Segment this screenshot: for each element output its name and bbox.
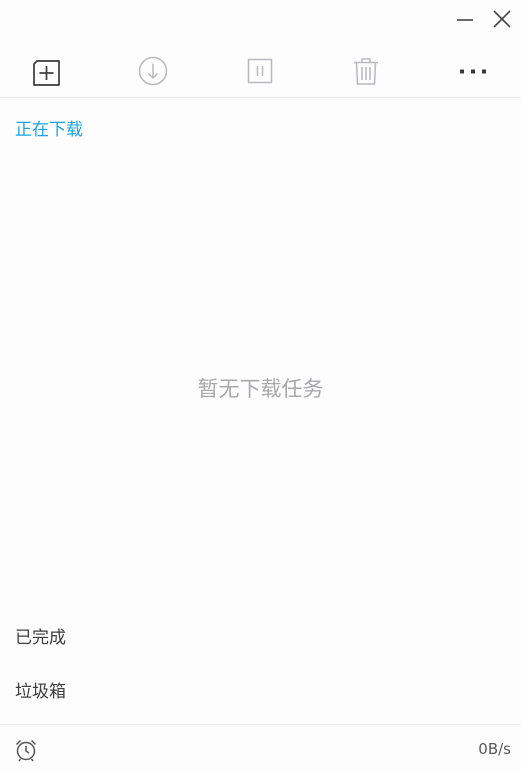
nav-trash[interactable]: 垃圾箱: [15, 680, 66, 704]
minimize-button[interactable]: [452, 6, 478, 32]
start-download-button[interactable]: [134, 52, 172, 90]
minimize-icon: [457, 19, 473, 21]
title-bar: [0, 0, 521, 40]
download-circle-icon: [138, 56, 168, 86]
trash-icon: [354, 58, 378, 85]
more-button[interactable]: [454, 52, 492, 90]
nav-completed[interactable]: 已完成: [15, 626, 66, 650]
download-speed: 0B/s: [478, 740, 511, 758]
close-button[interactable]: [489, 6, 515, 32]
nav-downloading[interactable]: 正在下载: [15, 118, 83, 142]
more-dots-icon: [460, 69, 486, 74]
toolbar: [0, 44, 521, 98]
close-icon: [493, 10, 511, 28]
new-task-button[interactable]: [28, 52, 66, 90]
empty-state-message: 暂无下载任务: [197, 377, 324, 401]
alarm-clock-icon: [15, 739, 37, 762]
scheduled-task-button[interactable]: [13, 737, 39, 763]
add-square-icon: [33, 60, 60, 86]
status-bar: 0B/s: [0, 724, 521, 770]
download-manager-window: 正在下载 暂无下载任务 已完成 垃圾箱 0B/s: [0, 0, 521, 770]
pause-button[interactable]: [241, 52, 279, 90]
delete-button[interactable]: [347, 52, 385, 90]
pause-icon: [247, 58, 273, 84]
